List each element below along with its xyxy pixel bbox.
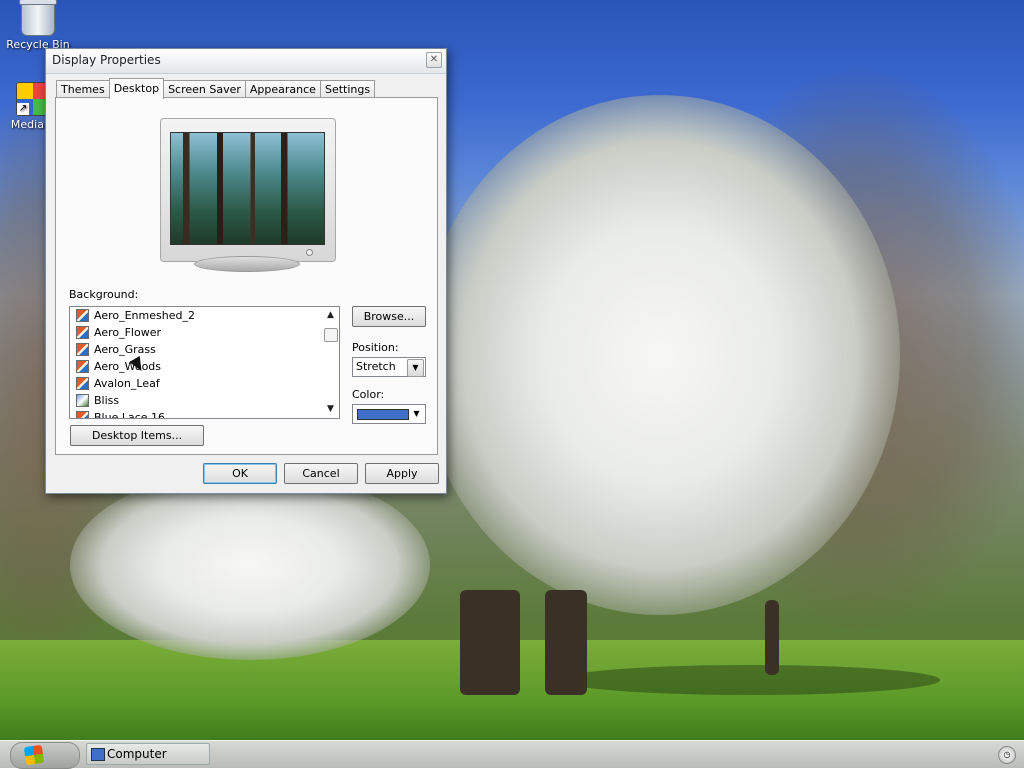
cancel-button[interactable]: Cancel [284, 463, 358, 484]
color-picker-button[interactable]: ▼ [352, 404, 426, 424]
image-file-icon [76, 343, 89, 356]
image-file-icon [76, 360, 89, 373]
list-item[interactable]: Aero_Woods [70, 358, 339, 375]
list-item[interactable]: Aero_Grass [70, 341, 339, 358]
display-properties-dialog: Display Properties ✕ Themes Desktop Scre… [45, 48, 447, 494]
power-light-icon [306, 249, 313, 256]
taskbar-item-computer[interactable]: Computer [86, 743, 210, 765]
recycle-bin-shortcut[interactable]: Recycle Bin [3, 0, 73, 51]
scroll-thumb[interactable] [324, 328, 338, 342]
tree-trunk [545, 590, 587, 695]
tree-trunk [460, 590, 520, 695]
list-scrollbar[interactable]: ▲ ▼ [322, 307, 339, 418]
color-swatch [357, 409, 409, 420]
close-button[interactable]: ✕ [426, 52, 442, 68]
taskbar: Computer ◷ [0, 740, 1024, 769]
list-item[interactable]: Avalon_Leaf [70, 375, 339, 392]
monitor-preview [160, 118, 336, 262]
taskbar-item-label: Computer [107, 747, 167, 761]
list-item[interactable]: Blue Lace 16 [70, 409, 339, 418]
tab-desktop[interactable]: Desktop [108, 78, 165, 99]
tab-settings[interactable]: Settings [319, 80, 376, 98]
desktop-items-button[interactable]: Desktop Items... [70, 425, 204, 446]
scroll-up-arrow-icon[interactable]: ▲ [322, 307, 339, 324]
chevron-down-icon: ▼ [407, 359, 424, 377]
list-item[interactable]: Bliss [70, 392, 339, 409]
monitor-stand [194, 256, 300, 272]
chevron-down-icon: ▼ [413, 409, 420, 418]
scroll-down-arrow-icon[interactable]: ▼ [322, 401, 339, 418]
tree-shadow [560, 665, 940, 695]
desktop-tab-panel: Background: Aero_Enmeshed_2 Aero_Flower … [55, 97, 438, 455]
image-file-icon [76, 377, 89, 390]
background-list[interactable]: Aero_Enmeshed_2 Aero_Flower Aero_Grass A… [69, 306, 340, 419]
dialog-titlebar[interactable]: Display Properties ✕ [46, 49, 446, 74]
start-button[interactable] [10, 742, 80, 769]
image-file-icon [76, 326, 89, 339]
list-item[interactable]: Aero_Enmeshed_2 [70, 307, 339, 324]
position-select[interactable]: Stretch ▼ [352, 357, 426, 377]
dialog-title: Display Properties [52, 53, 161, 67]
recycle-bin-icon [19, 0, 57, 36]
tree-trunk [765, 600, 779, 675]
image-file-icon [76, 309, 89, 322]
position-label: Position: [352, 341, 399, 354]
tab-strip: Themes Desktop Screen Saver Appearance S… [56, 78, 376, 99]
tab-screen-saver[interactable]: Screen Saver [163, 80, 246, 98]
list-item[interactable]: Aero_Flower [70, 324, 339, 341]
color-label: Color: [352, 388, 385, 401]
browse-button[interactable]: Browse... [352, 306, 426, 327]
computer-icon [91, 748, 105, 761]
image-file-icon [76, 394, 89, 407]
windows-logo-icon [23, 744, 45, 766]
background-label: Background: [69, 288, 139, 301]
apply-button[interactable]: Apply [365, 463, 439, 484]
image-file-icon [76, 411, 89, 418]
tab-appearance[interactable]: Appearance [244, 80, 321, 98]
tray-clock-icon[interactable]: ◷ [998, 746, 1016, 764]
ok-button[interactable]: OK [203, 463, 277, 484]
close-icon: ✕ [429, 54, 439, 65]
blossom-tree-small [70, 470, 430, 660]
wallpaper-preview [170, 132, 325, 245]
blossom-tree [420, 95, 900, 615]
tab-themes[interactable]: Themes [56, 80, 110, 98]
position-value: Stretch [356, 360, 396, 373]
